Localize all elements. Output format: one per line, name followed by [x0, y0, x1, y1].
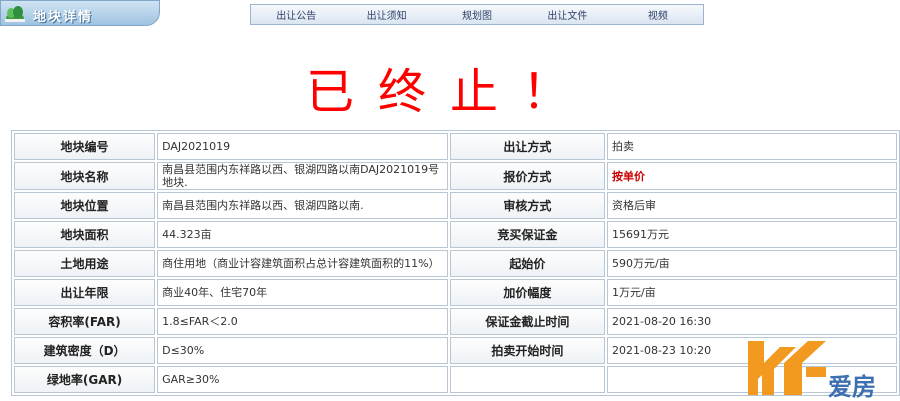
value-parcel-number: DAJ2021019	[157, 133, 448, 160]
value-green-ratio: GAR≥30%	[157, 366, 448, 393]
table-row: 地块编号 DAJ2021019 出让方式 拍卖	[14, 133, 897, 160]
value-far: 1.8≤FAR＜2.0	[157, 308, 448, 335]
value-starting-price: 590万元/亩	[607, 250, 897, 277]
label-far: 容积率(FAR)	[14, 308, 156, 335]
value-increment: 1万元/亩	[607, 279, 897, 306]
label-green-ratio: 绿地率(GAR)	[14, 366, 156, 393]
label-parcel-location: 地块位置	[14, 192, 156, 219]
label-auction-start: 拍卖开始时间	[449, 337, 605, 364]
section-title-tab: 地块详情	[0, 0, 160, 26]
label-increment: 加价幅度	[449, 279, 605, 306]
value-building-density: D≤30%	[157, 337, 448, 364]
label-parcel-number: 地块编号	[14, 133, 156, 160]
value-parcel-location: 南昌县范围内东祥路以西、银湖四路以南.	[157, 192, 448, 219]
label-deposit-deadline: 保证金截止时间	[449, 308, 605, 335]
label-transfer-term: 出让年限	[14, 279, 156, 306]
top-nav: 出让公告 出让须知 规划图 出让文件 视频	[250, 4, 704, 25]
label-transfer-method: 出让方式	[449, 133, 605, 160]
label-quote-method: 报价方式	[449, 162, 605, 190]
value-parcel-name: 南昌县范围内东祥路以西、银湖四路以南DAJ2021019号地块.	[157, 162, 448, 190]
value-transfer-method: 拍卖	[607, 133, 897, 160]
watermark-logo: 爱房	[746, 333, 900, 401]
label-deposit: 竞买保证金	[449, 221, 605, 248]
label-building-density: 建筑密度（D）	[14, 337, 156, 364]
value-review-method: 资格后审	[607, 192, 897, 219]
value-deposit: 15691万元	[607, 221, 897, 248]
label-review-method: 审核方式	[449, 192, 605, 219]
nav-item-plan[interactable]: 规划图	[432, 7, 522, 22]
label-parcel-area: 地块面积	[14, 221, 156, 248]
section-title: 地块详情	[33, 10, 94, 25]
value-land-use: 商住用地（商业计容建筑面积占总计容建筑面积的11%）	[157, 250, 448, 277]
watermark-text: 爱房	[828, 373, 876, 401]
table-row: 地块面积 44.323亩 竞买保证金 15691万元	[14, 221, 897, 248]
value-parcel-area: 44.323亩	[157, 221, 448, 248]
nav-item-notice[interactable]: 出让须知	[341, 7, 431, 22]
value-quote-method: 按单价	[607, 162, 897, 190]
value-transfer-term: 商业40年、住宅70年	[157, 279, 448, 306]
nav-item-documents[interactable]: 出让文件	[522, 7, 612, 22]
table-row: 出让年限 商业40年、住宅70年 加价幅度 1万元/亩	[14, 279, 897, 306]
land-logo-icon	[5, 6, 25, 22]
table-row: 地块名称 南昌县范围内东祥路以西、银湖四路以南DAJ2021019号地块. 报价…	[14, 162, 897, 190]
label-parcel-name: 地块名称	[14, 162, 156, 190]
table-row: 地块位置 南昌县范围内东祥路以西、银湖四路以南. 审核方式 资格后审	[14, 192, 897, 219]
status-terminated: 已终止！	[305, 64, 594, 120]
nav-item-announcement[interactable]: 出让公告	[251, 7, 341, 22]
house-logo-icon	[748, 341, 826, 395]
empty-cell	[449, 366, 605, 393]
label-land-use: 土地用途	[14, 250, 156, 277]
table-row: 土地用途 商住用地（商业计容建筑面积占总计容建筑面积的11%） 起始价 590万…	[14, 250, 897, 277]
value-deposit-deadline: 2021-08-20 16:30	[607, 308, 897, 335]
nav-item-video[interactable]: 视频	[613, 7, 703, 22]
table-row: 容积率(FAR) 1.8≤FAR＜2.0 保证金截止时间 2021-08-20 …	[14, 308, 897, 335]
label-starting-price: 起始价	[449, 250, 605, 277]
